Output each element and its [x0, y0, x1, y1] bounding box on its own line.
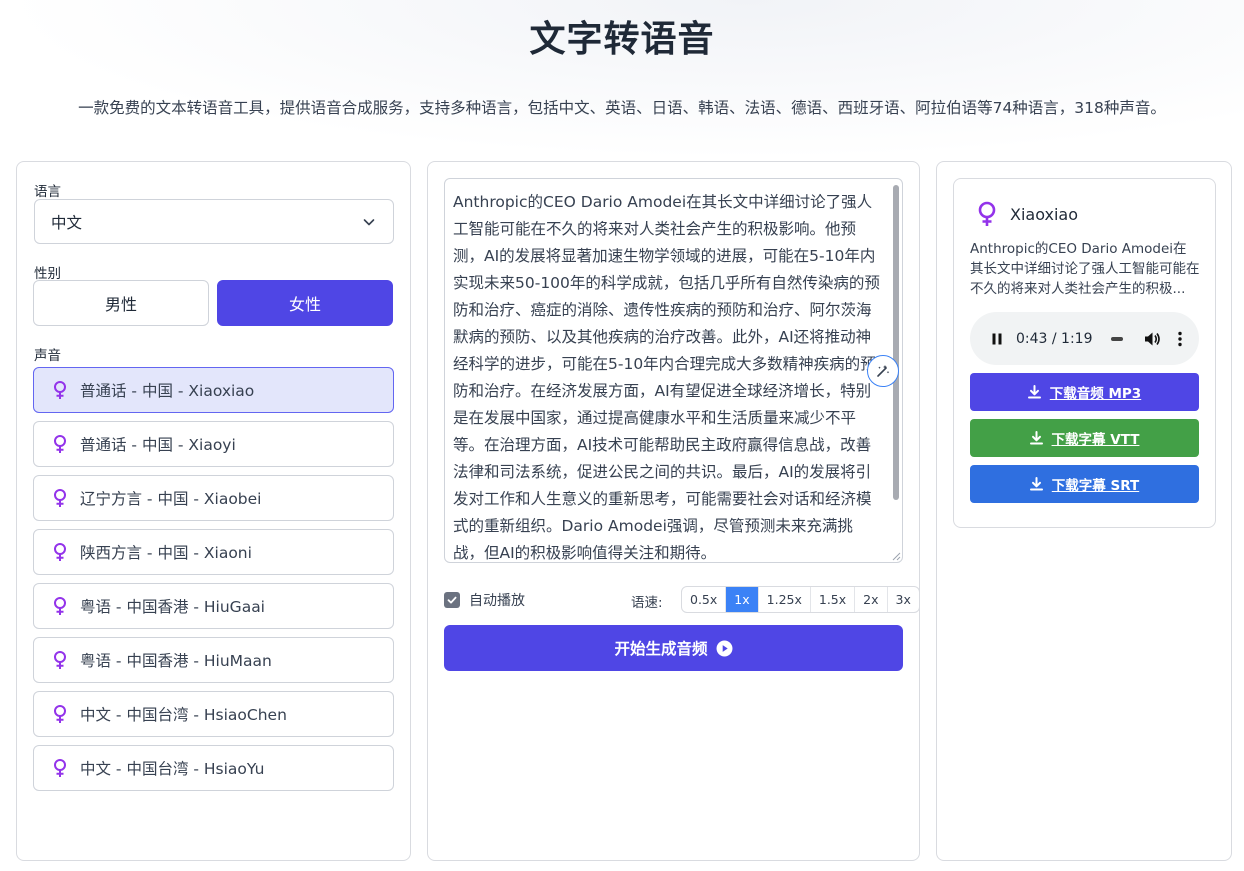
- text-input[interactable]: Anthropic的CEO Dario Amodei在其长文中详细讨论了强人工智…: [444, 178, 903, 563]
- voice-item-label: 辽宁方言 - 中国 - Xiaobei: [80, 490, 262, 508]
- female-icon: [54, 759, 66, 777]
- voice-item-label: 粤语 - 中国香港 - HiuGaai: [80, 598, 265, 616]
- download-vtt-button[interactable]: 下载字幕 VTT: [970, 419, 1199, 457]
- magic-wand-button[interactable]: [867, 355, 899, 387]
- gender-label: 性别: [34, 266, 61, 282]
- magic-wand-icon: [877, 365, 890, 377]
- language-label: 语言: [34, 184, 61, 200]
- language-select[interactable]: 中文: [34, 199, 394, 244]
- download-mp3-label: 下载音频 MP3: [1049, 386, 1142, 402]
- female-icon: [54, 543, 66, 561]
- speed-option[interactable]: 1.5x: [811, 587, 856, 612]
- gender-male-button[interactable]: 男性: [33, 280, 209, 326]
- speed-label: 语速:: [631, 595, 663, 611]
- voice-item-label: 粤语 - 中国香港 - HiuMaan: [80, 652, 272, 670]
- female-icon: [54, 435, 66, 453]
- gender-female-button[interactable]: 女性: [217, 280, 393, 326]
- voice-item[interactable]: 粤语 - 中国香港 - HiuMaan: [33, 637, 394, 683]
- female-icon: [54, 705, 66, 723]
- resize-grip-icon[interactable]: [891, 551, 901, 561]
- play-circle-icon: [716, 640, 732, 656]
- autoplay-toggle[interactable]: 自动播放: [444, 590, 525, 610]
- pause-icon[interactable]: [990, 332, 1004, 346]
- speed-option[interactable]: 3x: [888, 587, 919, 612]
- speed-option[interactable]: 1.25x: [759, 587, 811, 612]
- voice-item[interactable]: 粤语 - 中国香港 - HiuGaai: [33, 583, 394, 629]
- female-icon: [978, 201, 996, 226]
- language-value: 中文: [51, 213, 83, 232]
- more-options-icon[interactable]: [1177, 330, 1183, 348]
- download-icon: [1029, 477, 1043, 491]
- female-icon: [54, 651, 66, 669]
- generate-audio-label: 开始生成音频: [614, 640, 708, 658]
- voice-label: 声音: [34, 348, 61, 364]
- result-voice-name: Xiaoxiao: [1010, 204, 1079, 224]
- speed-option[interactable]: 1x: [726, 587, 759, 612]
- audio-progress-bar[interactable]: [1110, 336, 1123, 341]
- page-subtitle: 一款免费的文本转语音工具，提供语音合成服务，支持多种语言，包括中文、英语、日语、…: [78, 99, 1166, 117]
- page-title: 文字转语音: [529, 19, 715, 60]
- voice-item[interactable]: 普通话 - 中国 - Xiaoyi: [33, 421, 394, 467]
- chevron-down-icon: [363, 219, 375, 226]
- voice-item[interactable]: 中文 - 中国台湾 - HsiaoChen: [33, 691, 394, 737]
- autoplay-checkbox[interactable]: [444, 592, 460, 608]
- text-input-panel: Anthropic的CEO Dario Amodei在其长文中详细讨论了强人工智…: [427, 161, 920, 861]
- volume-icon[interactable]: [1143, 330, 1161, 348]
- result-preview-text: Anthropic的CEO Dario Amodei在其长文中详细讨论了强人工智…: [970, 241, 1200, 297]
- audio-time: 0:43 / 1:19: [1016, 330, 1093, 347]
- speed-option[interactable]: 0.5x: [682, 587, 727, 612]
- voice-item-label: 中文 - 中国台湾 - HsiaoChen: [80, 706, 287, 724]
- voice-settings-panel: 语言 中文 性别 男性 女性 声音 普通话 - 中国 - Xiaoxiao 普通话…: [16, 161, 411, 861]
- download-srt-label: 下载字幕 SRT: [1051, 478, 1140, 494]
- audio-player[interactable]: 0:43 / 1:19: [970, 312, 1199, 365]
- download-srt-button[interactable]: 下载字幕 SRT: [970, 465, 1199, 503]
- result-panel: Xiaoxiao Anthropic的CEO Dario Amodei在其长文中…: [936, 161, 1232, 861]
- speed-option[interactable]: 2x: [855, 587, 888, 612]
- voice-item-label: 中文 - 中国台湾 - HsiaoYu: [80, 760, 265, 778]
- download-icon: [1029, 431, 1043, 445]
- female-icon: [54, 597, 66, 615]
- voice-item-label: 普通话 - 中国 - Xiaoyi: [80, 436, 236, 454]
- voice-item-label: 普通话 - 中国 - Xiaoxiao: [80, 382, 255, 400]
- result-card: Xiaoxiao Anthropic的CEO Dario Amodei在其长文中…: [953, 178, 1216, 528]
- speed-selector: 0.5x 1x 1.25x 1.5x 2x 3x: [681, 586, 920, 613]
- download-icon: [1027, 385, 1041, 399]
- text-input-content: Anthropic的CEO Dario Amodei在其长文中详细讨论了强人工智…: [453, 193, 880, 562]
- result-card-header: Xiaoxiao: [976, 201, 1078, 227]
- check-icon: [447, 596, 457, 604]
- generate-audio-button[interactable]: 开始生成音频: [444, 625, 903, 671]
- download-mp3-button[interactable]: 下载音频 MP3: [970, 373, 1199, 411]
- voice-item[interactable]: 中文 - 中国台湾 - HsiaoYu: [33, 745, 394, 791]
- voice-item[interactable]: 普通话 - 中国 - Xiaoxiao: [33, 367, 394, 413]
- female-icon: [54, 489, 66, 507]
- voice-item[interactable]: 辽宁方言 - 中国 - Xiaobei: [33, 475, 394, 521]
- download-vtt-label: 下载字幕 VTT: [1051, 432, 1140, 448]
- voice-item-label: 陕西方言 - 中国 - Xiaoni: [80, 544, 252, 562]
- autoplay-label: 自动播放: [469, 593, 525, 609]
- female-icon: [54, 381, 66, 399]
- text-scrollbar[interactable]: [893, 185, 899, 500]
- voice-item[interactable]: 陕西方言 - 中国 - Xiaoni: [33, 529, 394, 575]
